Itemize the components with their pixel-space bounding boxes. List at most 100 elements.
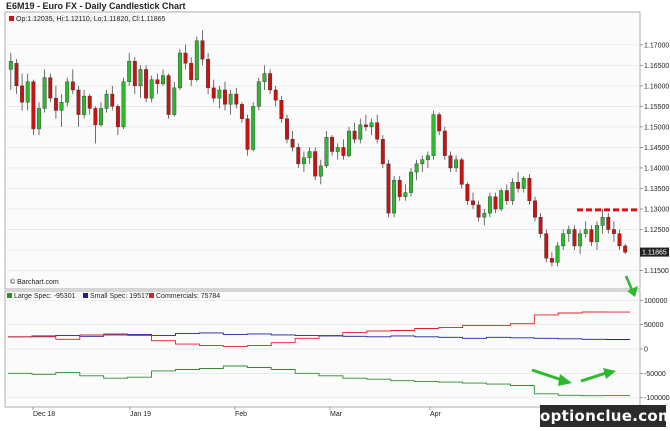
- candle-body: [538, 217, 543, 234]
- candle-body: [437, 114, 442, 132]
- candle-body: [324, 136, 329, 167]
- candle-body: [177, 52, 182, 89]
- candle-body: [318, 165, 323, 177]
- candle-body: [20, 85, 25, 103]
- legend: Large Spec: -95301 Small Spec: 19517 Com…: [7, 293, 220, 300]
- candle-body: [578, 233, 583, 247]
- candle-body: [87, 95, 92, 109]
- candle-body: [487, 196, 492, 214]
- candle-body: [369, 122, 374, 128]
- candle-body: [549, 258, 554, 263]
- candle-body: [59, 102, 64, 111]
- candle-body: [313, 151, 318, 177]
- candle-body: [31, 81, 36, 130]
- price-tick-label: 1.11500: [644, 268, 669, 275]
- candle-body: [223, 89, 227, 105]
- candle-body: [533, 200, 537, 218]
- candle-body: [307, 151, 312, 158]
- candle-body: [262, 73, 267, 82]
- candle-body: [104, 93, 109, 109]
- candle-body: [409, 171, 413, 193]
- price-tick-label: 1.14500: [644, 145, 669, 152]
- candle-body: [99, 108, 103, 126]
- candle-body: [448, 155, 453, 169]
- candle-body: [256, 81, 261, 107]
- legend-large-spec: Large Spec: -95301: [14, 293, 76, 300]
- candle-body: [527, 178, 532, 201]
- candle-body: [358, 124, 363, 140]
- candle-body: [234, 93, 239, 105]
- candle-body: [566, 229, 571, 234]
- candle-body: [172, 87, 177, 115]
- candle-body: [149, 79, 154, 99]
- date-tick-label: Feb: [235, 411, 247, 418]
- candle-body: [380, 139, 385, 165]
- candle-body: [352, 130, 357, 140]
- candle-body: [499, 190, 504, 210]
- date-tick-label: Apr: [430, 411, 442, 418]
- price-tick-label: 1.15500: [644, 104, 669, 111]
- candle-body: [397, 180, 402, 197]
- candle-body: [144, 69, 149, 99]
- candle-body: [544, 233, 549, 259]
- price-tick-label: 1.16000: [644, 83, 669, 90]
- candle-body: [166, 75, 171, 115]
- date-tick-label: Mar: [330, 411, 343, 418]
- candle-body: [459, 159, 464, 185]
- candle-body: [132, 61, 137, 87]
- last-price-label: 1.11865: [642, 250, 667, 257]
- candle-body: [510, 182, 515, 201]
- candle-body: [268, 73, 273, 91]
- candle-body: [194, 40, 199, 80]
- candle-body: [600, 217, 605, 226]
- legend-commercials: Commercials: 75784: [156, 293, 220, 300]
- candle-body: [493, 196, 498, 210]
- watermark: optionclue.com: [540, 405, 670, 427]
- candle-body: [8, 61, 13, 70]
- candle-body: [25, 81, 30, 103]
- candle-body: [155, 79, 160, 84]
- candle-body: [273, 89, 278, 101]
- price-tick-label: 1.16500: [644, 63, 669, 70]
- candle-body: [611, 229, 616, 234]
- legend-swatch-large-spec: [7, 293, 12, 298]
- ohlc-swatch: [9, 16, 14, 21]
- candle-body: [53, 97, 58, 111]
- candle-body: [279, 100, 284, 119]
- candle-body: [403, 192, 408, 197]
- candle-body: [70, 81, 75, 91]
- candle-body: [245, 118, 250, 150]
- candle-body: [217, 89, 222, 99]
- candle-body: [37, 108, 41, 130]
- candle-body: [442, 130, 447, 156]
- candle-body: [93, 108, 98, 126]
- candle-body: [347, 130, 351, 156]
- chart-svg: E6M19 - Euro FX - Daily Candlestick Char…: [0, 0, 670, 431]
- candle-body: [572, 229, 577, 247]
- date-tick-label: Dec 18: [33, 411, 55, 418]
- candle-body: [251, 106, 256, 150]
- candle-body: [589, 229, 594, 243]
- candle-body: [183, 52, 188, 64]
- candle-body: [606, 217, 611, 230]
- cot-tick-label: -100000: [644, 395, 670, 402]
- legend-swatch-small-spec: [83, 293, 88, 298]
- candle-body: [623, 245, 628, 253]
- candle-body: [200, 40, 205, 60]
- candle-body: [127, 61, 132, 82]
- candle-body: [431, 114, 436, 156]
- chart-title: E6M19 - Euro FX - Daily Candlestick Char…: [6, 1, 186, 11]
- price-tick-label: 1.13500: [644, 186, 669, 193]
- candle-body: [561, 233, 566, 247]
- candle-body: [82, 95, 87, 115]
- candle-body: [121, 81, 126, 128]
- candle-body: [76, 89, 81, 115]
- price-tick-label: 1.13000: [644, 207, 669, 214]
- chart-stage: E6M19 - Euro FX - Daily Candlestick Char…: [0, 0, 670, 431]
- price-tick-label: 1.17000: [644, 42, 669, 49]
- candle-body: [454, 159, 459, 169]
- candle-body: [189, 63, 194, 80]
- ohlc-readout: Op:1.12035, Hi:1.12110, Lo:1.11820, Cl:1…: [16, 16, 166, 23]
- candle-body: [386, 163, 391, 214]
- cot-tick-label: 50000: [644, 322, 664, 329]
